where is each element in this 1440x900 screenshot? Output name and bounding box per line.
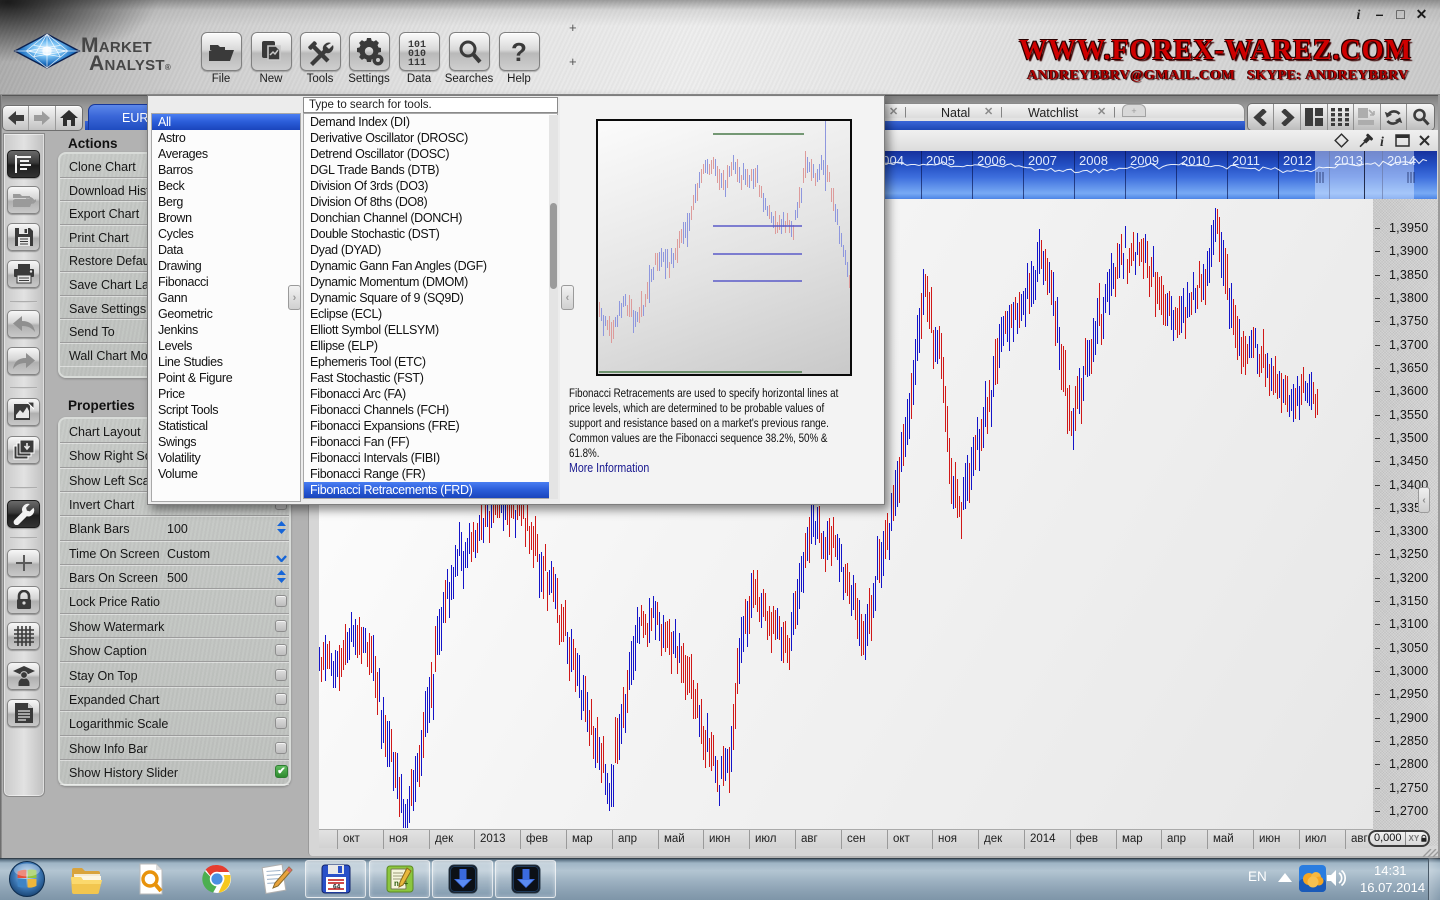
svg-text:i: i — [1380, 135, 1384, 149]
svg-text:?: ? — [511, 38, 527, 66]
svg-text:111: 111 — [408, 58, 426, 66]
svg-text:64: 64 — [333, 884, 341, 891]
